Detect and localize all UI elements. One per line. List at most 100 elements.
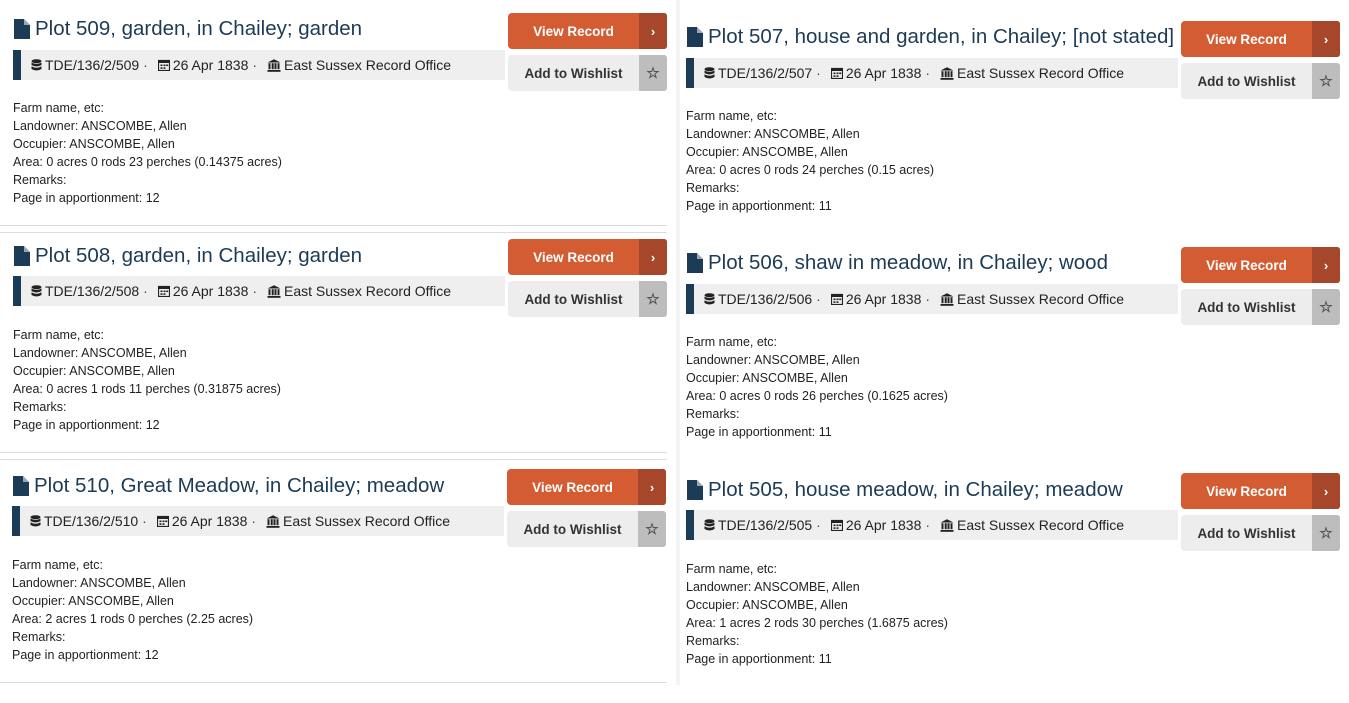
record-title-row[interactable]: Plot 508, garden, in Chailey; garden <box>13 244 362 268</box>
occupier-field: Occupier: ANSCOMBE, Allen <box>12 594 174 608</box>
record-reference: TDE/136/2/507 <box>718 65 813 81</box>
area-field: Area: 1 acres 2 rods 30 perches (1.6875 … <box>686 616 948 630</box>
record-title[interactable]: Plot 507, house and garden, in Chailey; … <box>708 25 1174 49</box>
view-record-label: View Record <box>1206 257 1287 273</box>
calendar-icon <box>157 285 170 297</box>
chevron-right-icon: › <box>1312 473 1340 509</box>
remarks-field: Remarks: <box>12 630 66 644</box>
record-title[interactable]: Plot 509, garden, in Chailey; garden <box>35 17 362 41</box>
record-title[interactable]: Plot 508, garden, in Chailey; garden <box>35 244 362 268</box>
record-date: 26 Apr 1838 <box>845 517 922 533</box>
view-record-button[interactable]: View Record › <box>1181 473 1340 509</box>
star-icon: ☆ <box>638 511 666 547</box>
view-record-button[interactable]: View Record › <box>1181 21 1340 57</box>
farm-name-field: Farm name, etc: <box>686 335 777 349</box>
farm-name-field: Farm name, etc: <box>13 101 104 115</box>
meta-separator: · <box>252 57 258 73</box>
record-meta-bar: TDE/136/2/507 · 26 Apr 1838 · East Susse… <box>686 58 1178 88</box>
occupier-field: Occupier: ANSCOMBE, Allen <box>686 598 848 612</box>
view-record-button[interactable]: View Record › <box>508 13 667 49</box>
occupier-field: Occupier: ANSCOMBE, Allen <box>686 145 848 159</box>
meta-separator: · <box>251 513 257 529</box>
remarks-field: Remarks: <box>686 634 740 648</box>
record-meta-bar: TDE/136/2/505 · 26 Apr 1838 · East Susse… <box>686 510 1178 540</box>
record-card: Plot 510, Great Meadow, in Chailey; mead… <box>0 469 667 699</box>
record-title[interactable]: Plot 510, Great Meadow, in Chailey; mead… <box>34 474 444 498</box>
chevron-right-icon: › <box>1312 21 1340 57</box>
institution-icon <box>940 518 954 532</box>
page-field: Page in apportionment: 11 <box>686 199 832 213</box>
calendar-icon <box>830 293 843 305</box>
record-title-row[interactable]: Plot 505, house meadow, in Chailey; mead… <box>686 478 1123 502</box>
record-title[interactable]: Plot 506, shaw in meadow, in Chailey; wo… <box>708 251 1108 275</box>
record-repository: East Sussex Record Office <box>283 513 451 529</box>
document-icon <box>13 476 29 496</box>
record-title-row[interactable]: Plot 507, house and garden, in Chailey; … <box>686 25 1174 49</box>
add-to-wishlist-label: Add to Wishlist <box>1197 525 1296 541</box>
occupier-field: Occupier: ANSCOMBE, Allen <box>13 364 175 378</box>
add-to-wishlist-label: Add to Wishlist <box>524 65 623 81</box>
record-card: Plot 505, house meadow, in Chailey; mead… <box>686 473 1341 703</box>
record-repository: East Sussex Record Office <box>957 291 1125 307</box>
area-field: Area: 0 acres 0 rods 24 perches (0.15 ac… <box>686 163 935 177</box>
area-field: Area: 0 acres 1 rods 11 perches (0.31875… <box>13 382 281 396</box>
farm-name-field: Farm name, etc: <box>686 562 777 576</box>
record-card: Plot 508, garden, in Chailey; garden TDE… <box>0 239 668 469</box>
view-record-button[interactable]: View Record › <box>1181 247 1340 283</box>
add-to-wishlist-button[interactable]: Add to Wishlist ☆ <box>1181 63 1340 99</box>
record-title-row[interactable]: Plot 509, garden, in Chailey; garden <box>13 17 362 41</box>
card-divider <box>0 682 667 683</box>
record-meta-bar: TDE/136/2/506 · 26 Apr 1838 · East Susse… <box>686 284 1178 314</box>
calendar-icon <box>830 519 843 531</box>
occupier-field: Occupier: ANSCOMBE, Allen <box>686 371 848 385</box>
landowner-field: Landowner: ANSCOMBE, Allen <box>13 119 187 133</box>
star-icon: ☆ <box>1312 289 1340 325</box>
record-title[interactable]: Plot 505, house meadow, in Chailey; mead… <box>708 478 1123 502</box>
meta-separator: · <box>816 517 821 533</box>
farm-name-field: Farm name, etc: <box>13 328 104 342</box>
meta-separator: · <box>816 291 821 307</box>
view-record-label: View Record <box>1206 483 1287 499</box>
record-card: Plot 507, house and garden, in Chailey; … <box>0 21 1341 250</box>
add-to-wishlist-label: Add to Wishlist <box>523 521 622 537</box>
calendar-icon <box>830 67 843 79</box>
card-divider <box>0 232 667 233</box>
record-reference: TDE/136/2/508 <box>45 283 140 299</box>
record-repository: East Sussex Record Office <box>957 65 1125 81</box>
view-record-label: View Record <box>533 249 614 265</box>
farm-name-field: Farm name, etc: <box>12 558 103 572</box>
meta-separator: · <box>925 65 931 81</box>
institution-icon <box>940 66 954 80</box>
star-icon: ☆ <box>639 55 667 91</box>
record-card: Plot 509, garden, in Chailey; garden TDE… <box>0 13 668 242</box>
page-field: Page in apportionment: 11 <box>686 652 832 666</box>
add-to-wishlist-button[interactable]: Add to Wishlist ☆ <box>508 55 667 91</box>
document-icon <box>687 480 703 500</box>
add-to-wishlist-button[interactable]: Add to Wishlist ☆ <box>507 511 666 547</box>
add-to-wishlist-button[interactable]: Add to Wishlist ☆ <box>508 281 667 317</box>
institution-icon <box>267 284 281 298</box>
remarks-field: Remarks: <box>13 173 67 187</box>
meta-separator: · <box>925 517 931 533</box>
record-repository: East Sussex Record Office <box>957 517 1125 533</box>
star-icon: ☆ <box>639 281 667 317</box>
view-record-button[interactable]: View Record › <box>507 469 666 505</box>
add-to-wishlist-button[interactable]: Add to Wishlist ☆ <box>1181 515 1340 551</box>
chevron-right-icon: › <box>638 469 666 505</box>
meta-separator: · <box>816 65 821 81</box>
record-date: 26 Apr 1838 <box>171 513 248 529</box>
record-details: Farm name, etc: Landowner: ANSCOMBE, All… <box>686 107 934 215</box>
add-to-wishlist-button[interactable]: Add to Wishlist ☆ <box>1181 289 1340 325</box>
record-repository: East Sussex Record Office <box>284 283 452 299</box>
landowner-field: Landowner: ANSCOMBE, Allen <box>686 127 860 141</box>
record-reference: TDE/136/2/506 <box>718 291 813 307</box>
record-date: 26 Apr 1838 <box>172 57 249 73</box>
record-meta-bar: TDE/136/2/510 · 26 Apr 1838 · East Susse… <box>12 506 504 536</box>
record-date: 26 Apr 1838 <box>172 283 249 299</box>
record-title-row[interactable]: Plot 506, shaw in meadow, in Chailey; wo… <box>686 251 1108 275</box>
page-field: Page in apportionment: 12 <box>13 418 160 432</box>
landowner-field: Landowner: ANSCOMBE, Allen <box>12 576 186 590</box>
view-record-button[interactable]: View Record › <box>508 239 667 275</box>
record-title-row[interactable]: Plot 510, Great Meadow, in Chailey; mead… <box>12 474 444 498</box>
database-icon <box>31 284 42 296</box>
